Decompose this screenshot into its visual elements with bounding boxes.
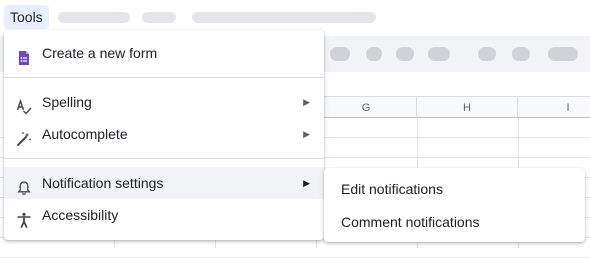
submenu-item-label: Comment notifications [341,214,480,230]
column-header-i[interactable]: I [518,96,590,118]
magic-wand-icon [16,126,32,146]
submenu-arrow-icon: ▶ [303,129,310,139]
tools-menu-button[interactable]: Tools [4,5,49,29]
toolbar-button-blurred[interactable] [396,47,414,61]
menu-item-spelling[interactable]: Spelling ▶ [4,86,324,118]
toolbar-button-blurred[interactable] [428,47,450,61]
submenu-item-comment-notifications[interactable]: Comment notifications [324,206,585,238]
submenu-arrow-icon: ▶ [303,97,310,107]
column-header-g[interactable]: G [316,96,417,118]
accessibility-icon [16,207,32,228]
column-header-h[interactable]: H [417,96,518,118]
menu-item-autocomplete[interactable]: Autocomplete ▶ [4,118,324,150]
menu-item-label: Autocomplete [42,126,128,142]
toolbar-button-blurred[interactable] [512,47,530,61]
menu-item-label: Accessibility [42,207,119,223]
menu-item-create-form[interactable]: Create a new form [4,37,324,69]
menu-item-label: Create a new form [42,45,158,61]
menubar-item-blurred[interactable] [142,12,176,23]
spellcheck-icon [16,94,32,115]
menu-item-label: Notification settings [42,175,164,191]
menu-divider [4,77,324,78]
menu-item-label: Spelling [42,94,92,110]
menu-item-notification-settings[interactable]: Notification settings ▶ [4,167,324,199]
submenu-arrow-icon: ▶ [303,178,310,188]
toolbar-button-blurred[interactable] [478,47,496,61]
submenu-item-edit-notifications[interactable]: Edit notifications [324,173,585,205]
menubar-item-blurred[interactable] [58,12,130,23]
toolbar-button-blurred[interactable] [366,47,382,61]
menu-divider [4,158,324,159]
toolbar-button-blurred[interactable] [330,47,350,61]
menubar: Tools [0,0,590,34]
menu-item-accessibility[interactable]: Accessibility [4,199,324,231]
tools-dropdown-menu: Create a new form Spelling ▶ Autocomplet… [4,30,324,240]
last-edit-status-blurred[interactable] [192,12,376,23]
forms-icon [16,45,32,65]
notification-settings-submenu: Edit notifications Comment notifications [324,168,585,242]
toolbar-button-blurred[interactable] [548,47,578,61]
submenu-item-label: Edit notifications [341,181,443,197]
bell-icon [16,175,32,195]
